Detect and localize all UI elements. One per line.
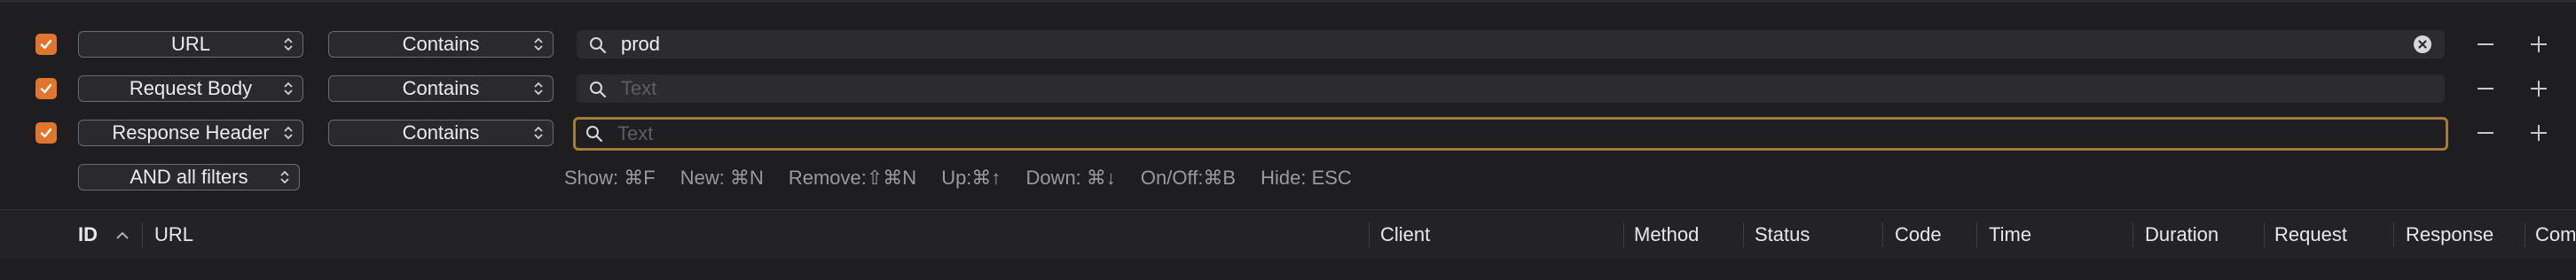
search-icon xyxy=(590,37,607,54)
filter-value-search-field[interactable]: Text xyxy=(573,117,2448,151)
remove-filter-minus-icon[interactable] xyxy=(2477,35,2494,53)
column-header-label: ID xyxy=(78,223,98,245)
shortcut-hint-up: Up:⌘↑ xyxy=(941,167,1001,189)
column-header-label: Duration xyxy=(2145,223,2219,245)
clear-search-icon[interactable] xyxy=(2413,35,2432,54)
filter-enable-checkbox[interactable] xyxy=(35,78,57,99)
filter-value-search-field[interactable]: prod xyxy=(577,30,2445,58)
combine-mode-label: AND all filters xyxy=(130,166,248,188)
up-down-chevron-icon xyxy=(534,82,543,96)
filter-operator-select[interactable]: Contains xyxy=(328,75,554,102)
filter-row: URL Contains prod xyxy=(0,27,2576,62)
shortcut-hint-hide: Hide: ESC xyxy=(1261,167,1352,189)
filter-operator-label: Contains xyxy=(402,77,480,99)
table-body-empty xyxy=(0,259,2576,280)
column-header-label: Method xyxy=(1634,223,1700,245)
filter-value-search-field[interactable]: Text xyxy=(577,74,2445,103)
column-divider[interactable] xyxy=(2393,222,2394,247)
column-header-label: Comp xyxy=(2535,223,2576,245)
column-header-duration[interactable]: Duration xyxy=(2145,210,2260,260)
remove-filter-minus-icon[interactable] xyxy=(2477,124,2494,142)
column-header-label: Response xyxy=(2406,223,2494,245)
shortcut-hint-show: Show: ⌘F xyxy=(564,167,656,189)
shortcut-hint-remove: Remove:⇧⌘N xyxy=(788,167,917,189)
column-header-label: Client xyxy=(1380,223,1431,245)
column-header-label: Request xyxy=(2274,223,2347,245)
column-header-method[interactable]: Method xyxy=(1634,210,1740,260)
filter-row: Request Body Contains Text xyxy=(0,71,2576,106)
filter-field-select[interactable]: Response Header xyxy=(78,120,303,146)
shortcut-hint-onoff: On/Off:⌘B xyxy=(1140,167,1237,189)
up-down-chevron-icon xyxy=(280,170,289,184)
shortcut-hint-down: Down: ⌘↓ xyxy=(1025,167,1116,189)
column-header-code[interactable]: Code xyxy=(1895,210,1975,260)
column-header-label: Code xyxy=(1895,223,1942,245)
column-header-comp[interactable]: Comp xyxy=(2535,210,2576,260)
column-divider[interactable] xyxy=(1882,222,1883,247)
search-icon xyxy=(590,82,607,98)
filter-enable-checkbox[interactable] xyxy=(35,122,57,144)
filter-value-text[interactable]: prod xyxy=(621,33,660,56)
column-divider[interactable] xyxy=(1623,222,1624,247)
filter-operator-label: Contains xyxy=(402,121,480,144)
add-filter-plus-icon[interactable] xyxy=(2530,124,2548,142)
filter-row: Response Header Contains Text xyxy=(0,115,2576,151)
filter-field-label: Request Body xyxy=(129,77,253,99)
column-header-label: Time xyxy=(1989,223,2032,245)
shortcut-hints: Show: ⌘F New: ⌘N Remove:⇧⌘N Up:⌘↑ Down: … xyxy=(564,167,1352,190)
checkmark-icon xyxy=(40,128,52,138)
table-header: ID URL Client Method Status Code Time Du… xyxy=(0,209,2576,261)
column-header-request[interactable]: Request xyxy=(2274,210,2390,260)
column-header-client[interactable]: Client xyxy=(1380,210,1620,260)
up-down-chevron-icon xyxy=(284,37,293,51)
add-filter-plus-icon[interactable] xyxy=(2530,80,2548,97)
sort-ascending-chevron-icon[interactable] xyxy=(115,231,130,240)
column-header-id[interactable]: ID xyxy=(78,210,149,260)
column-header-label: URL xyxy=(154,223,194,245)
column-header-status[interactable]: Status xyxy=(1755,210,1879,260)
column-divider[interactable] xyxy=(2264,222,2265,247)
column-divider[interactable] xyxy=(1976,222,1977,247)
checkmark-icon xyxy=(40,83,52,94)
remove-filter-minus-icon[interactable] xyxy=(2477,80,2494,97)
column-header-label: Status xyxy=(1755,223,1810,245)
filter-operator-select[interactable]: Contains xyxy=(328,120,554,146)
window-top-edge xyxy=(0,0,2576,3)
column-header-response[interactable]: Response xyxy=(2406,210,2521,260)
search-icon xyxy=(586,126,603,143)
column-header-time[interactable]: Time xyxy=(1989,210,2122,260)
add-filter-plus-icon[interactable] xyxy=(2530,35,2548,53)
up-down-chevron-icon xyxy=(284,126,293,140)
filter-operator-select[interactable]: Contains xyxy=(328,31,554,58)
up-down-chevron-icon xyxy=(284,82,293,96)
filter-enable-checkbox[interactable] xyxy=(35,34,57,55)
filter-field-label: URL xyxy=(170,33,210,55)
filter-field-select[interactable]: URL xyxy=(78,31,303,58)
combine-mode-select[interactable]: AND all filters xyxy=(78,164,300,191)
column-divider[interactable] xyxy=(2132,222,2133,247)
up-down-chevron-icon xyxy=(534,37,543,51)
filter-value-placeholder[interactable]: Text xyxy=(617,122,653,145)
column-divider[interactable] xyxy=(1369,222,1370,247)
column-header-url[interactable]: URL xyxy=(154,210,1361,260)
filter-value-placeholder[interactable]: Text xyxy=(621,77,656,100)
filter-operator-label: Contains xyxy=(402,33,480,55)
up-down-chevron-icon xyxy=(534,126,543,140)
checkmark-icon xyxy=(40,39,52,50)
column-divider[interactable] xyxy=(142,222,143,247)
column-divider[interactable] xyxy=(1743,222,1744,247)
filter-field-label: Response Header xyxy=(112,121,270,144)
filter-field-select[interactable]: Request Body xyxy=(78,75,303,102)
shortcut-hint-new: New: ⌘N xyxy=(679,167,764,189)
